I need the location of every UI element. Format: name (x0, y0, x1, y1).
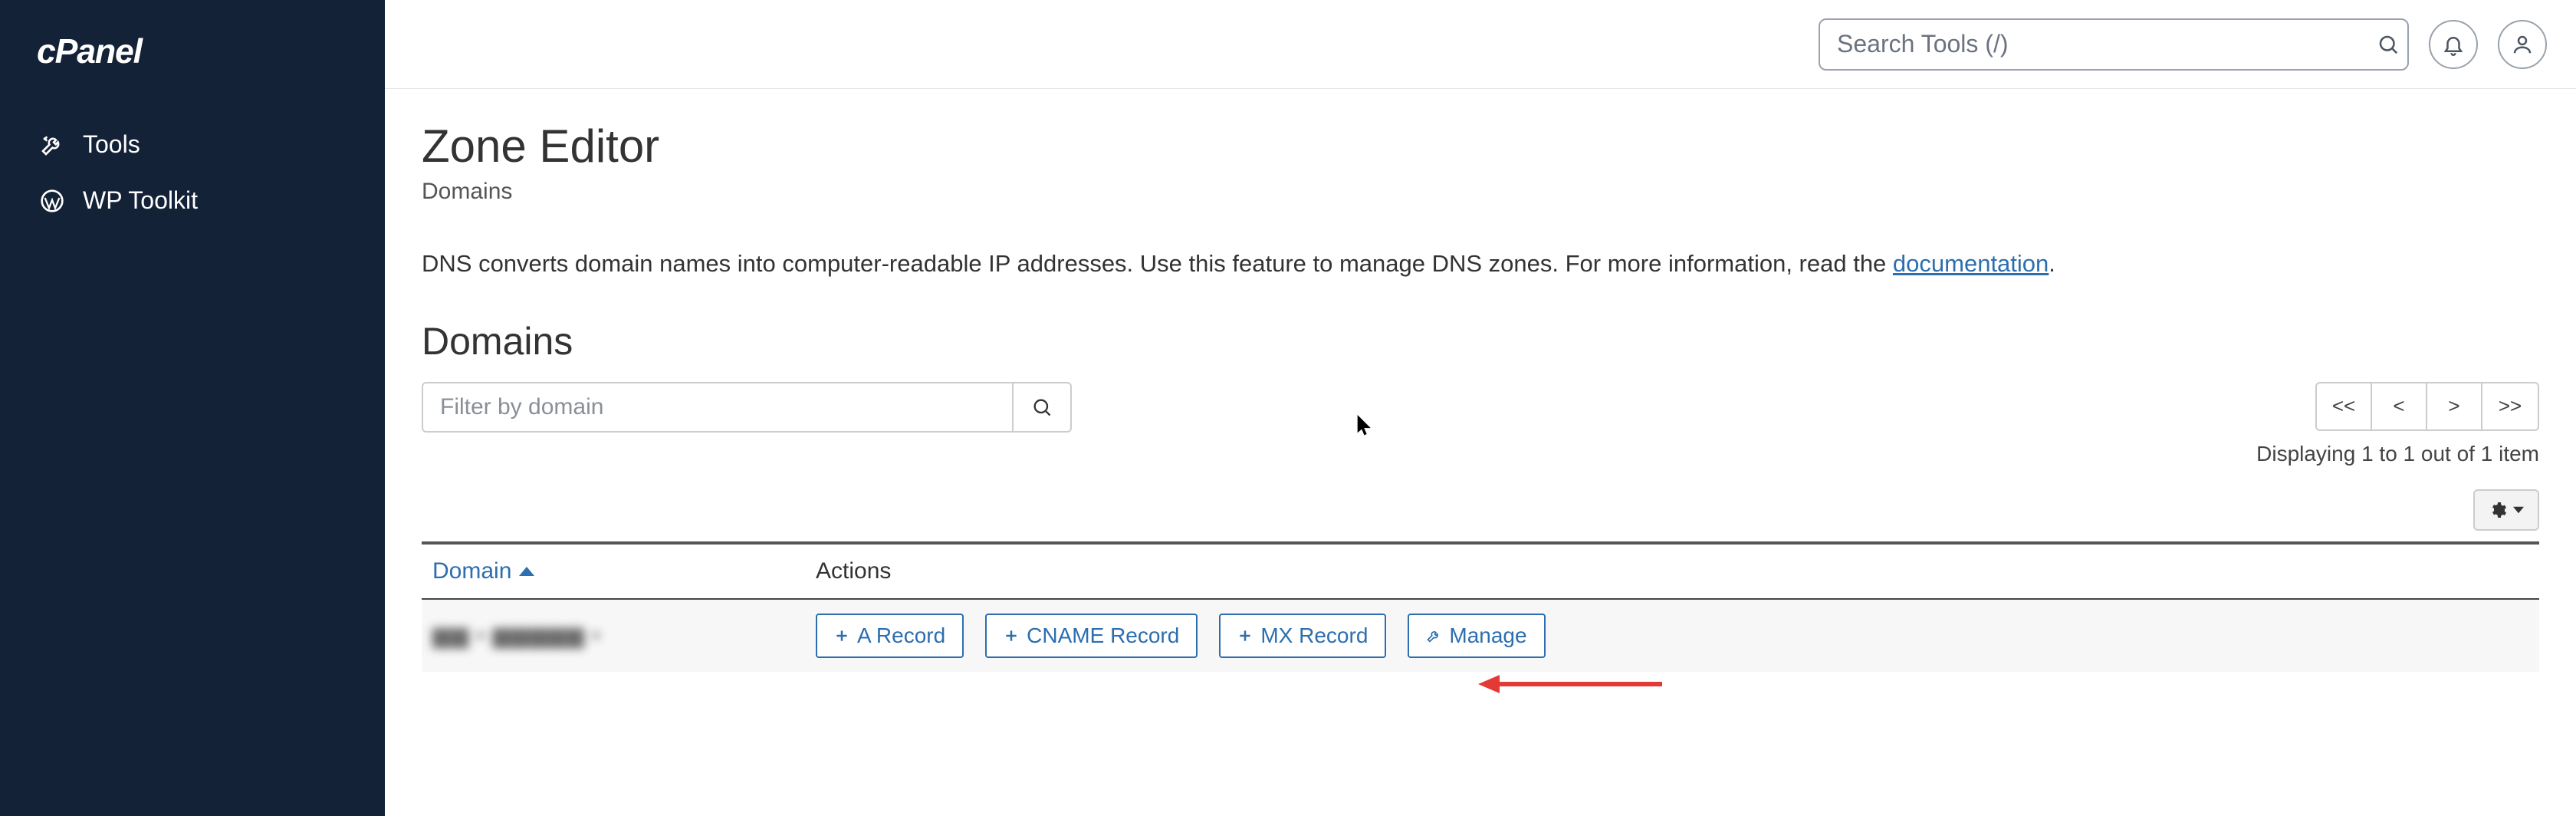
manage-label: Manage (1449, 624, 1526, 648)
cname-record-button[interactable]: CNAME Record (985, 614, 1198, 658)
plus-icon (1004, 628, 1019, 643)
table-settings-row (422, 489, 2539, 531)
sort-asc-icon (519, 564, 534, 579)
main-content: Zone Editor Domains DNS converts domain … (385, 89, 2576, 816)
sidebar: cPanel Tools WP Toolkit (0, 0, 385, 816)
column-actions-label: Actions (816, 558, 891, 584)
pager-last[interactable]: >> (2482, 383, 2538, 429)
page-subtitle: Domains (422, 179, 2539, 205)
table-row: ▆▆ ▪ ▆▆▆▆▆ ▪ A Record CNAME Record MX Re… (422, 600, 2539, 672)
account-button[interactable] (2498, 20, 2547, 69)
top-header (385, 0, 2576, 89)
documentation-link[interactable]: documentation (1893, 250, 2049, 277)
annotation-arrow (1478, 669, 1662, 699)
filter-search-button[interactable] (1012, 382, 1072, 433)
sidebar-nav: Tools WP Toolkit (0, 109, 385, 236)
caret-down-icon (2513, 505, 2524, 515)
sidebar-item-label: WP Toolkit (83, 186, 198, 215)
description-suffix: . (2049, 250, 2055, 277)
domains-table: Domain Actions ▆▆ ▪ ▆▆▆▆▆ ▪ A Record (422, 541, 2539, 672)
search-input[interactable] (1819, 18, 2409, 71)
table-header: Domain Actions (422, 545, 2539, 600)
pager-label: Displaying 1 to 1 out of 1 item (2256, 442, 2539, 466)
search-icon[interactable] (2377, 33, 2400, 56)
actions-cell: A Record CNAME Record MX Record Manage (816, 614, 2528, 658)
tools-icon (38, 133, 66, 157)
bell-icon (2442, 33, 2465, 56)
page-title: Zone Editor (422, 120, 2539, 173)
a-record-button[interactable]: A Record (816, 614, 964, 658)
mx-record-button[interactable]: MX Record (1219, 614, 1386, 658)
mouse-cursor-icon (1357, 415, 1372, 436)
pager-first[interactable]: << (2317, 383, 2372, 429)
plus-icon (834, 628, 849, 643)
domain-name-redacted: ▆▆ ▪ ▆▆▆▆▆ ▪ (432, 623, 601, 648)
svg-text:cPanel: cPanel (37, 33, 144, 71)
filter-wrap (422, 382, 1072, 433)
brand-logo: cPanel (0, 23, 385, 109)
manage-button[interactable]: Manage (1408, 614, 1545, 658)
plus-icon (1237, 628, 1253, 643)
wrench-icon (1426, 628, 1441, 643)
column-domain[interactable]: Domain (432, 558, 816, 584)
pager: << < > >> (2315, 382, 2539, 431)
filter-input[interactable] (422, 382, 1012, 433)
pager-wrap: << < > >> Displaying 1 to 1 out of 1 ite… (2256, 382, 2539, 466)
user-icon (2511, 33, 2534, 56)
pager-prev[interactable]: < (2372, 383, 2427, 429)
a-record-label: A Record (857, 624, 945, 648)
mx-record-label: MX Record (1260, 624, 1368, 648)
section-title: Domains (422, 319, 2539, 364)
wordpress-icon (38, 189, 66, 213)
notifications-button[interactable] (2429, 20, 2478, 69)
sidebar-item-tools[interactable]: Tools (0, 117, 385, 173)
search-wrap (1819, 18, 2409, 71)
page-description: DNS converts domain names into computer-… (422, 246, 2539, 282)
filter-pager-row: << < > >> Displaying 1 to 1 out of 1 ite… (422, 382, 2539, 466)
search-icon (1031, 396, 1053, 418)
sidebar-item-label: Tools (83, 130, 140, 159)
description-text: DNS converts domain names into computer-… (422, 250, 1893, 277)
gear-icon (2489, 501, 2507, 519)
column-domain-label: Domain (432, 558, 511, 584)
table-settings-button[interactable] (2473, 489, 2539, 531)
domain-cell: ▆▆ ▪ ▆▆▆▆▆ ▪ (432, 622, 816, 649)
cname-record-label: CNAME Record (1027, 624, 1179, 648)
pager-next[interactable]: > (2427, 383, 2482, 429)
sidebar-item-wp-toolkit[interactable]: WP Toolkit (0, 173, 385, 229)
column-actions: Actions (816, 558, 2528, 584)
